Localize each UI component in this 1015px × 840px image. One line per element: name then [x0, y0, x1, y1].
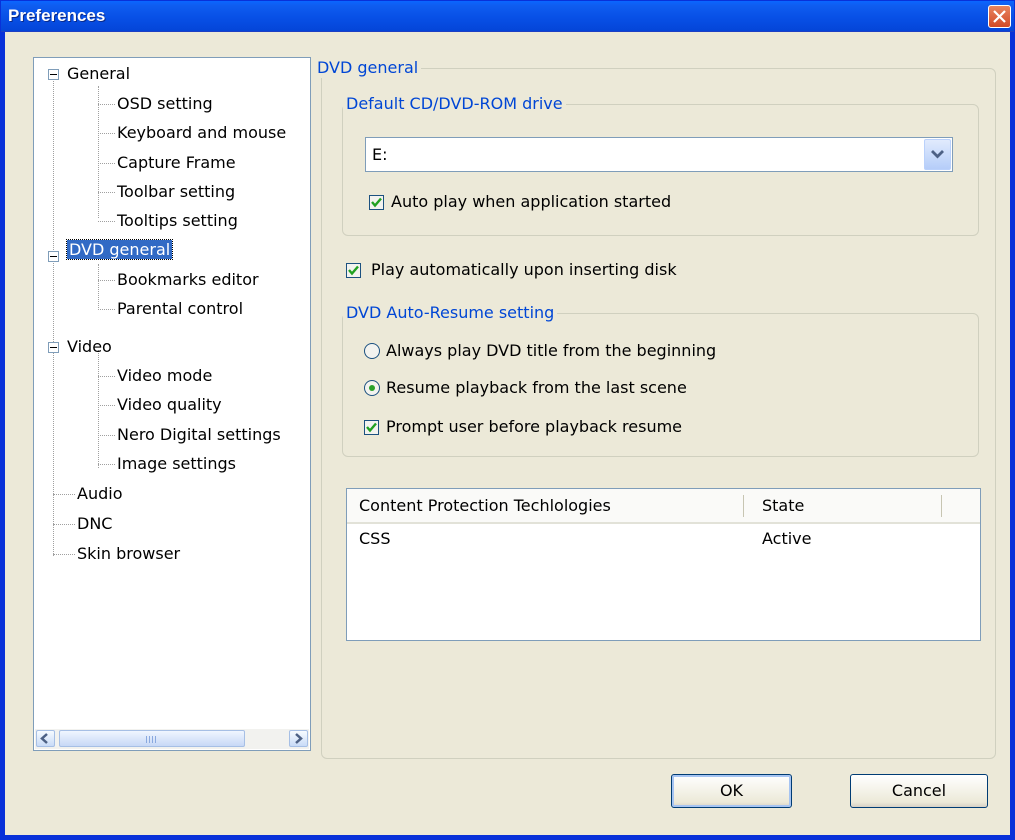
- tree-line: [98, 309, 115, 310]
- play-from-beginning-label[interactable]: Always play DVD title from the beginning: [386, 341, 716, 360]
- tree-item-capture-frame[interactable]: Capture Frame: [117, 149, 236, 177]
- checkmark-icon: [348, 265, 359, 276]
- chevron-right-icon: [295, 733, 303, 744]
- tree-line: [98, 192, 115, 193]
- tree-item-skin-browser[interactable]: Skin browser: [77, 540, 180, 568]
- tree-line: [98, 280, 115, 281]
- tree-item-dnc[interactable]: DNC: [77, 510, 112, 538]
- tree-item-nero-digital-settings[interactable]: Nero Digital settings: [117, 421, 281, 449]
- tree-line: [53, 494, 75, 495]
- radio-selected-dot: [369, 385, 375, 391]
- prompt-resume-label[interactable]: Prompt user before playback resume: [386, 417, 682, 436]
- play-on-insert-label[interactable]: Play automatically upon inserting disk: [371, 260, 677, 279]
- auto-play-label[interactable]: Auto play when application started: [391, 192, 671, 211]
- default-drive-group-title: Default CD/DVD-ROM drive: [343, 94, 566, 114]
- chevron-down-icon: [931, 150, 944, 159]
- table-cell-technology: CSS: [359, 529, 391, 548]
- ok-button[interactable]: OK: [671, 774, 792, 808]
- tree-item-keyboard-mouse[interactable]: Keyboard and mouse: [117, 119, 286, 147]
- tree-item-video[interactable]: Video: [67, 333, 112, 361]
- title-bar[interactable]: Preferences: [1, 1, 1014, 32]
- tree-line: [98, 133, 115, 134]
- tree-line: [98, 163, 115, 164]
- tree-item-video-quality[interactable]: Video quality: [117, 391, 222, 419]
- tree-item-toolbar-setting[interactable]: Toolbar setting: [117, 178, 235, 206]
- tree-item-image-settings[interactable]: Image settings: [117, 450, 236, 478]
- tree-item-bookmarks-editor[interactable]: Bookmarks editor: [117, 266, 259, 294]
- tree-item-parental-control[interactable]: Parental control: [117, 295, 243, 323]
- tree-item-dvd-general-label: DVD general: [65, 239, 174, 260]
- column-separator[interactable]: [743, 495, 744, 517]
- column-header-technologies[interactable]: Content Protection Techlologies: [347, 489, 743, 522]
- scroll-grip-icon: [146, 736, 158, 743]
- checkmark-icon: [366, 422, 377, 433]
- tree-line: [53, 78, 54, 364]
- tree-item-dvd-general[interactable]: DVD general: [65, 237, 174, 263]
- dvd-general-group-title: DVD general: [314, 58, 422, 78]
- auto-resume-group-title: DVD Auto-Resume setting: [343, 303, 558, 323]
- table-cell-state: Active: [762, 529, 812, 548]
- close-icon: [993, 10, 1006, 23]
- tree-line: [53, 524, 75, 525]
- collapse-icon[interactable]: [48, 251, 59, 262]
- window-title: Preferences: [8, 6, 106, 25]
- drive-select[interactable]: E:: [365, 137, 953, 172]
- preferences-window: Preferences General OSD setting Keyboard…: [0, 0, 1015, 840]
- tree-item-tooltips-setting[interactable]: Tooltips setting: [117, 207, 238, 235]
- list-header: Content Protection Techlologies State: [347, 489, 980, 524]
- tree-line: [98, 221, 115, 222]
- play-on-insert-checkbox[interactable]: [346, 263, 361, 278]
- tree-line: [98, 435, 115, 436]
- auto-play-checkbox[interactable]: [369, 195, 384, 210]
- tree-item-audio[interactable]: Audio: [77, 480, 122, 508]
- tree-item-osd-setting[interactable]: OSD setting: [117, 90, 213, 118]
- chevron-left-icon: [40, 733, 48, 744]
- tree-item-video-mode[interactable]: Video mode: [117, 362, 212, 390]
- tree-line: [98, 264, 99, 310]
- radio-play-from-beginning[interactable]: [364, 343, 380, 359]
- settings-tree[interactable]: General OSD setting Keyboard and mouse C…: [33, 57, 311, 751]
- tree-line: [98, 376, 115, 377]
- tree-line: [98, 86, 99, 218]
- collapse-icon[interactable]: [48, 69, 59, 80]
- tree-line: [98, 405, 115, 406]
- drive-select-value: E:: [372, 145, 388, 164]
- column-separator[interactable]: [941, 495, 942, 517]
- tree-item-general[interactable]: General: [67, 60, 130, 88]
- scroll-right-button[interactable]: [289, 730, 308, 747]
- collapse-icon[interactable]: [48, 342, 59, 353]
- prompt-resume-checkbox[interactable]: [364, 420, 379, 435]
- dialog-body: General OSD setting Keyboard and mouse C…: [5, 32, 1010, 835]
- checkmark-icon: [371, 197, 382, 208]
- scroll-thumb[interactable]: [59, 730, 245, 747]
- close-button[interactable]: [988, 5, 1011, 28]
- cancel-button[interactable]: Cancel: [850, 774, 988, 808]
- radio-resume-last-scene[interactable]: [364, 380, 380, 396]
- drive-dropdown-button[interactable]: [924, 139, 951, 170]
- resume-last-scene-label[interactable]: Resume playback from the last scene: [386, 378, 687, 397]
- tree-line: [98, 350, 99, 468]
- content-protection-list[interactable]: Content Protection Techlologies State CS…: [346, 488, 981, 641]
- tree-line: [98, 464, 115, 465]
- tree-horizontal-scrollbar[interactable]: [35, 729, 309, 749]
- column-header-state[interactable]: State: [750, 489, 945, 522]
- scroll-left-button[interactable]: [36, 730, 55, 747]
- tree-line: [98, 104, 115, 105]
- tree-line: [53, 554, 75, 555]
- tree-line: [53, 351, 54, 556]
